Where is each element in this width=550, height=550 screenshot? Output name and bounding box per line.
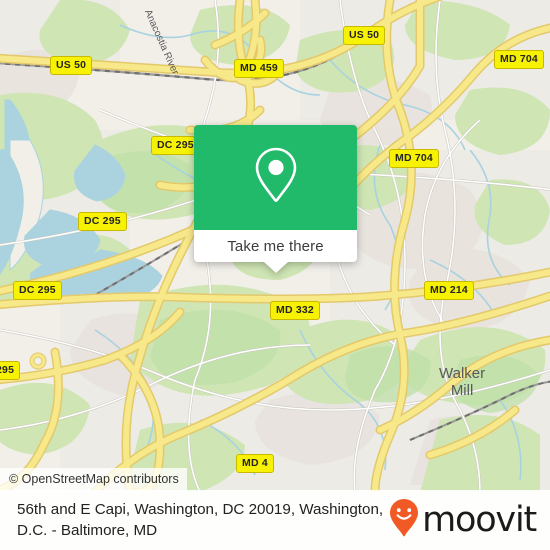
road-shield-dc-295-mid: DC 295 — [78, 212, 127, 231]
caption-bar: 56th and E Capi, Washington, DC 20019, W… — [0, 490, 550, 550]
road-shield-dc-295-north: DC 295 — [151, 136, 200, 155]
road-shield-md-459: MD 459 — [234, 59, 284, 78]
moovit-wordmark: moovit — [422, 499, 537, 540]
road-shield-md-4: MD 4 — [236, 454, 274, 473]
road-shield-md-214: MD 214 — [424, 281, 474, 300]
moovit-logo[interactable]: moovit — [389, 498, 537, 543]
map-popup-card[interactable]: Take me there — [194, 125, 357, 273]
popup-action-bar[interactable]: Take me there — [194, 230, 357, 273]
popup-header — [194, 125, 357, 230]
popup-tail-pointer — [263, 262, 288, 273]
road-shield-md-704-ne: MD 704 — [494, 50, 544, 69]
map-screenshot: Anacostia River Walker Mill US 50 US 50 … — [0, 0, 550, 550]
osm-attribution[interactable]: © OpenStreetMap contributors — [0, 468, 187, 492]
road-shield-md-704-mid: MD 704 — [389, 149, 439, 168]
road-shield-dc-295-south: DC 295 — [13, 281, 62, 300]
map-pin-icon — [253, 146, 299, 209]
road-shield-us-50-west: US 50 — [50, 56, 93, 75]
location-caption: 56th and E Capi, Washington, DC 20019, W… — [17, 501, 384, 539]
take-me-there-label: Take me there — [227, 237, 324, 255]
road-shield-295-edge: 295 — [0, 361, 21, 380]
road-shield-us-50-east: US 50 — [343, 26, 386, 45]
moovit-smiley-pin-icon — [389, 498, 419, 543]
place-label-walker-mill: Walker Mill — [439, 365, 486, 399]
road-shield-md-332: MD 332 — [270, 301, 320, 320]
